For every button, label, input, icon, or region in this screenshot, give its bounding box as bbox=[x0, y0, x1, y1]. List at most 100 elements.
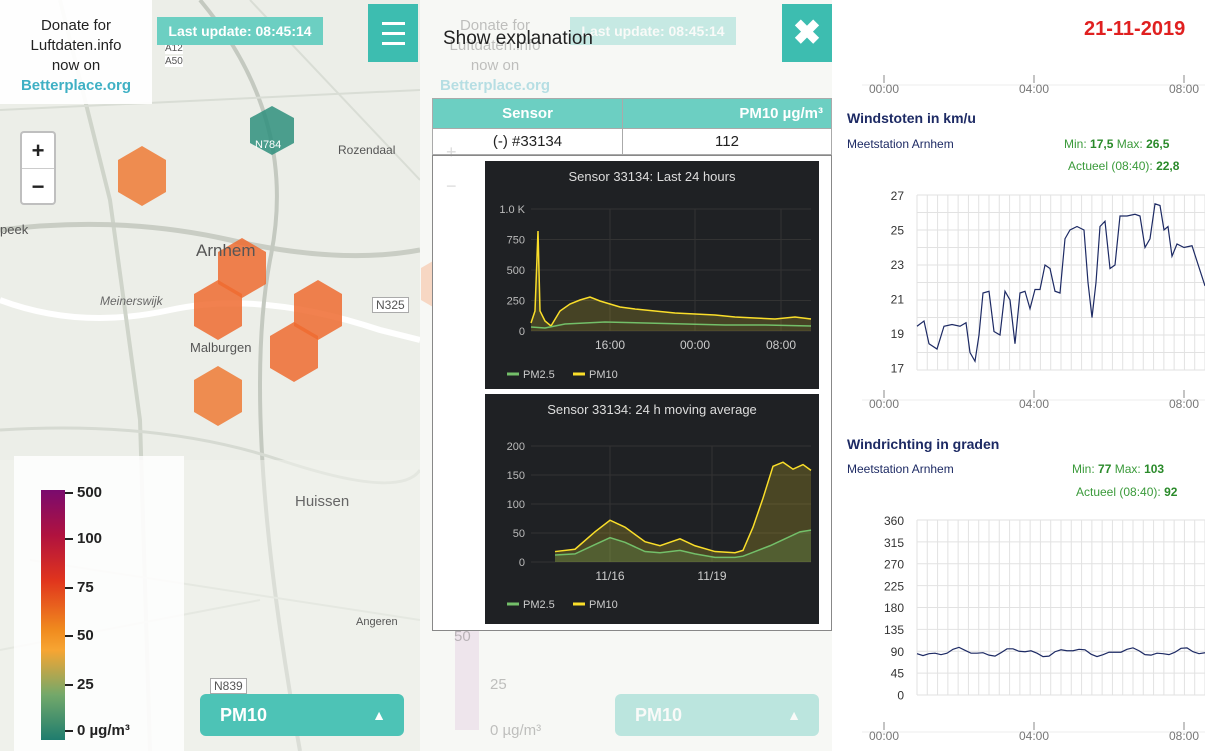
chart2-plot: 200 150 100 50 0 11/16 11/19 PM2.5 PM10 bbox=[507, 441, 812, 611]
map-label-oeek: peek bbox=[0, 222, 29, 237]
close-button[interactable]: ✖ bbox=[782, 4, 832, 62]
gusts-time-label: 08:00 bbox=[1169, 397, 1199, 411]
legend-75: 75 bbox=[65, 579, 94, 596]
map-label-a50: A50 bbox=[165, 56, 183, 67]
donate-line3: now on bbox=[51, 57, 101, 74]
zoom-in-button[interactable]: + bbox=[22, 133, 54, 168]
map-label-angeren: Angeren bbox=[356, 616, 398, 628]
gusts-ytick: 27 bbox=[891, 189, 905, 203]
dir-time-label: 08:00 bbox=[1169, 729, 1199, 743]
gusts-time-label: 00:00 bbox=[869, 397, 899, 411]
dir-ytick: 225 bbox=[884, 579, 904, 593]
gusts-ytick: 25 bbox=[891, 224, 905, 238]
map-panel: peek Arnhem Meinerswijk Malburgen Huisse… bbox=[0, 0, 420, 751]
dir-time-label: 00:00 bbox=[869, 729, 899, 743]
map-label-arnhem: Arnhem bbox=[196, 241, 256, 260]
gusts-ytick: 17 bbox=[891, 362, 905, 376]
map-label-n325: N325 bbox=[372, 297, 409, 313]
map-label-malburgen: Malburgen bbox=[190, 340, 252, 355]
chart1-legend-pm10: PM10 bbox=[589, 369, 618, 381]
chart2-xtick: 11/16 bbox=[595, 569, 624, 583]
wind-dir-current: Actueel (08:40): 92 bbox=[1076, 485, 1178, 499]
weather-panel: 21-11-2019 00:00 04:00 08:00 00:00 04:00 08:0… bbox=[832, 0, 1205, 751]
chart1-ytick: 500 bbox=[507, 265, 525, 277]
chart1-ytick: 0 bbox=[519, 326, 525, 338]
chart2-xtick: 11/19 bbox=[697, 569, 726, 583]
sensor-table: Sensor PM10 µg/m³ (-) #33134 112 bbox=[432, 98, 832, 155]
dir-time-label: 04:00 bbox=[1019, 729, 1049, 743]
chart1-ytick: 1.0 K bbox=[499, 204, 525, 216]
map-label-rozendaal: Rozendaal bbox=[338, 143, 396, 157]
close-icon: ✖ bbox=[792, 14, 822, 52]
chart1-ytick: 250 bbox=[507, 296, 525, 308]
last-update-ghost: Last update: 08:45:14 bbox=[570, 17, 736, 45]
dir-ytick: 135 bbox=[884, 623, 904, 637]
map-label-n839: N839 bbox=[210, 678, 247, 694]
gusts-ytick: 23 bbox=[891, 258, 905, 272]
chart2-ytick: 100 bbox=[507, 499, 525, 511]
dir-ytick: 360 bbox=[884, 514, 904, 528]
top-time-label: 08:00 bbox=[1169, 82, 1199, 96]
chart2-ytick: 50 bbox=[513, 528, 525, 540]
map-label-n784: N784 bbox=[255, 139, 282, 151]
chart1-xtick: 16:00 bbox=[595, 338, 625, 352]
dir-ytick: 180 bbox=[884, 601, 904, 615]
legend-gradient bbox=[41, 490, 65, 740]
map-label-huissen: Huissen bbox=[295, 493, 350, 510]
legend-0: 0 µg/m³ bbox=[65, 722, 130, 739]
wind-dir-minmax: Min: 77 Max: 103 bbox=[1072, 462, 1165, 476]
wind-gusts-current: Actueel (08:40): 22,8 bbox=[1068, 159, 1180, 173]
legend-100: 100 bbox=[65, 530, 102, 547]
pm-select-button[interactable]: PM10 ▲ bbox=[200, 694, 404, 736]
top-time-label: 00:00 bbox=[869, 82, 899, 96]
chart1-pm10-area bbox=[531, 231, 811, 331]
chart2-ytick: 0 bbox=[519, 557, 525, 569]
menu-icon bbox=[382, 22, 405, 25]
chart-moving-average: Sensor 33134: 24 h moving average 200 150… bbox=[485, 394, 819, 624]
dir-ytick: 0 bbox=[897, 688, 904, 702]
gusts-time-label: 04:00 bbox=[1019, 397, 1049, 411]
donate-link[interactable]: Betterplace.org bbox=[0, 76, 152, 96]
wind-gusts-station: Meetstation Arnhem bbox=[847, 137, 954, 151]
triangle-up-icon: ▲ bbox=[372, 707, 386, 723]
explanation-panel: Donate for Luftdaten.info now on Betterp… bbox=[420, 0, 832, 751]
chart1-xtick: 00:00 bbox=[680, 338, 710, 352]
wind-dir-station: Meetstation Arnhem bbox=[847, 462, 954, 476]
gusts-ytick: 21 bbox=[891, 293, 905, 307]
menu-button[interactable] bbox=[368, 4, 418, 62]
dir-ytick: 315 bbox=[884, 536, 904, 550]
donate-line2: Luftdaten.info bbox=[30, 37, 122, 54]
show-explanation-link[interactable]: Show explanation bbox=[443, 28, 593, 50]
top-time-label: 04:00 bbox=[1019, 82, 1049, 96]
pm-select-label: PM10 bbox=[220, 705, 268, 725]
chart1-legend-pm25: PM2.5 bbox=[523, 369, 555, 381]
donate-box-ghost: Donate for Luftdaten.info now on Betterp… bbox=[439, 17, 551, 94]
color-legend: 500 100 75 50 25 0 µg/m³ bbox=[14, 456, 184, 751]
dir-ytick: 45 bbox=[891, 667, 905, 681]
pm-select-ghost: PM10 ▲ bbox=[615, 694, 819, 736]
table-row[interactable]: (-) #33134 112 bbox=[432, 128, 832, 155]
last-update-badge: Last update: 08:45:14 bbox=[157, 17, 323, 45]
wind-gusts-minmax: Min: 17,5 Max: 26,5 bbox=[1064, 137, 1170, 151]
sensor-id[interactable]: (-) #33134 bbox=[432, 128, 623, 155]
chart1-plot: 1.0 K 750 500 250 0 16:00 00:00 08:00 PM2.5 PM10 bbox=[499, 204, 812, 381]
zoom-control: + − bbox=[20, 131, 56, 205]
dir-ytick: 270 bbox=[884, 558, 904, 572]
legend-25: 25 bbox=[65, 676, 94, 693]
chart2-legend-pm10: PM10 bbox=[589, 599, 618, 611]
chart2-legend-pm25: PM2.5 bbox=[523, 599, 555, 611]
chart2-ytick: 150 bbox=[507, 470, 525, 482]
chart-last-24h: Sensor 33134: Last 24 hours 1.0 K 750 500 2… bbox=[485, 161, 819, 389]
dir-ytick: 90 bbox=[891, 645, 905, 659]
chart1-xtick: 08:00 bbox=[766, 338, 796, 352]
wind-gusts-title: Windstoten in km/u bbox=[847, 110, 976, 126]
sensor-graphs: + − Sensor 33134: Last 24 hours 1.0 K 750… bbox=[432, 142, 832, 631]
chart1-ytick: 750 bbox=[507, 235, 525, 247]
table-header-pm10: PM10 µg/m³ bbox=[622, 98, 832, 129]
donate-line1: Donate for bbox=[40, 17, 112, 34]
zoom-out-button[interactable]: − bbox=[22, 168, 54, 203]
donate-box[interactable]: Donate for Luftdaten.info now on Betterp… bbox=[0, 0, 152, 104]
gusts-ytick: 19 bbox=[891, 327, 905, 341]
legend-500: 500 bbox=[65, 484, 102, 501]
wind-dir-title: Windrichting in graden bbox=[847, 436, 1000, 452]
